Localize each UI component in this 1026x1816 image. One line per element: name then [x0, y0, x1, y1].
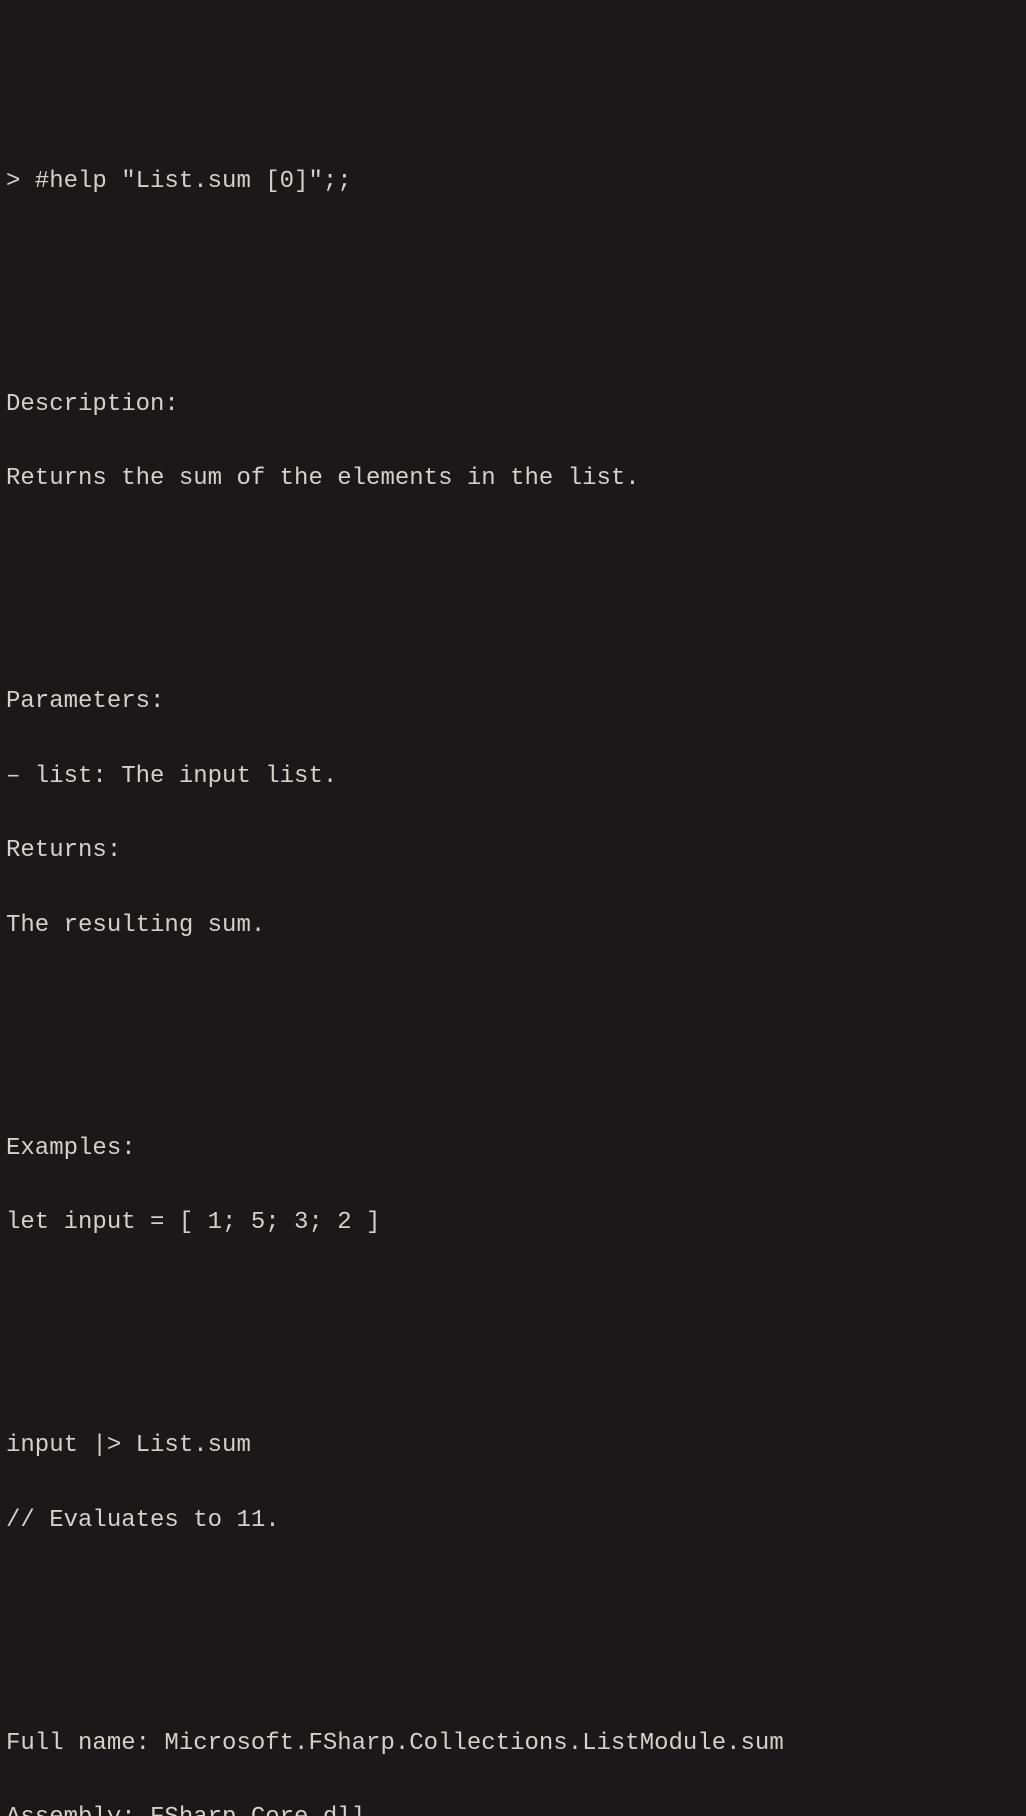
returns-text: The resulting sum. [6, 907, 1020, 944]
blank-line [6, 535, 1020, 572]
repl-prompt-line[interactable]: > #help "List.sum [0]";; [6, 163, 1020, 200]
blank-line [6, 609, 1020, 646]
blank-line [6, 1650, 1020, 1687]
example-comment-line: // Evaluates to 11. [6, 1502, 1020, 1539]
example-code-line: input |> List.sum [6, 1427, 1020, 1464]
parameters-line: – list: The input list. [6, 758, 1020, 795]
blank-line [6, 1353, 1020, 1390]
examples-header: Examples: [6, 1130, 1020, 1167]
example-code-line: let input = [ 1; 5; 3; 2 ] [6, 1204, 1020, 1241]
description-header: Description: [6, 386, 1020, 423]
blank-line [6, 981, 1020, 1018]
blank-line [6, 1055, 1020, 1092]
returns-header: Returns: [6, 832, 1020, 869]
blank-line [6, 312, 1020, 349]
blank-line [6, 1576, 1020, 1613]
parameters-header: Parameters: [6, 683, 1020, 720]
blank-line [6, 1278, 1020, 1315]
blank-line [6, 237, 1020, 274]
full-name-line: Full name: Microsoft.FSharp.Collections.… [6, 1725, 1020, 1762]
description-text: Returns the sum of the elements in the l… [6, 460, 1020, 497]
assembly-line: Assembly: FSharp.Core.dll [6, 1799, 1020, 1816]
